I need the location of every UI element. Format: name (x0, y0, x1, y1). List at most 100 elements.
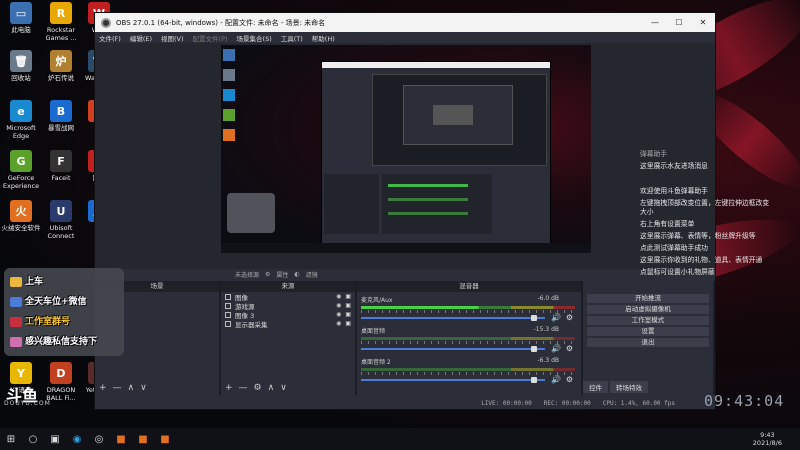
edge-icon[interactable]: ◉ (66, 428, 88, 450)
chat-message: 右上角有设置菜单 (640, 220, 695, 228)
gear-icon[interactable]: ⚙ (566, 344, 573, 353)
task-view-icon[interactable]: ▣ (44, 428, 66, 450)
menu-tools[interactable]: 工具(T) (281, 33, 303, 43)
speaker-icon[interactable]: 🔊 (551, 313, 561, 322)
obs-logo-icon (101, 17, 111, 28)
menu-view[interactable]: 视图(V) (161, 33, 184, 43)
lock-icon[interactable]: ▣ (345, 311, 351, 318)
desktop-icon[interactable]: R Rockstar Games ... (40, 2, 82, 42)
control-button[interactable]: 工作室模式 (587, 316, 709, 325)
control-button[interactable]: 开始推流 (587, 294, 709, 303)
maximize-icon[interactable]: ☐ (667, 18, 691, 27)
desktop-icon[interactable]: 🗑 回收站 (0, 50, 42, 82)
menu-edit[interactable]: 编辑(E) (130, 33, 152, 43)
controls-dock: 开始推流启动虚拟摄像机 工作室模式设置退出 控件 转场特效 (583, 281, 713, 395)
remove-scene-button[interactable]: — (113, 383, 122, 393)
sources-list: 图像 ◉ ▣ 游戏源 ◉ ▣ 图像 3 ◉ ▣ 显示器采集 ◉ ▣ (221, 292, 355, 329)
overlay-line: 全天车位+微信 (10, 294, 87, 307)
app-icon: G (10, 150, 32, 172)
channel-db: -6.0 dB (537, 295, 559, 302)
rec-status: REC: 00:00:00 (543, 399, 591, 407)
desktop-icon[interactable]: G GeForce Experience (0, 150, 42, 190)
title-bar[interactable]: OBS 27.0.1 (64-bit, windows) - 配置文件: 未命名… (95, 13, 715, 32)
source-settings-icon[interactable]: ⚙ (254, 383, 262, 393)
move-up-button[interactable]: ∧ (128, 383, 135, 393)
speaker-icon[interactable]: 🔊 (551, 375, 561, 384)
windows-icon[interactable]: ⊞ (0, 428, 22, 450)
tab-transitions[interactable]: 转场特效 (610, 381, 648, 393)
no-source-label: 未选择源 (235, 272, 260, 279)
volume-slider[interactable]: 🔊 ⚙ (361, 375, 575, 384)
stream-overlay-card: 上车 全天车位+微信 工作室群号 感兴趣私信支持下 (4, 268, 124, 356)
lock-icon[interactable]: ▣ (345, 302, 351, 309)
overlay-clock: 09:43:04 (704, 392, 785, 410)
danmaku-assistant[interactable]: 弹幕助手 这里展示水友进场消息 欢迎使用斗鱼弹幕助手 左键拖拽顶部改变位置，左键拉伸… (640, 150, 770, 280)
preview-screen (221, 45, 591, 253)
channel-db: -15.3 dB (533, 326, 559, 333)
menu-help[interactable]: 帮助(H) (312, 33, 335, 43)
docks: 场景 + — ∧ ∨ 来源 图像 ◉ ▣ 游戏源 ◉ ▣ 图像 3 ◉ ▣ 显示器采集 ◉ ▣ + —… (95, 281, 715, 395)
desktop-icon[interactable]: U Ubisoft Connect (40, 200, 82, 240)
filters-button[interactable]: 滤镜 (306, 270, 318, 279)
eye-icon[interactable]: ◉ (336, 311, 341, 318)
controls-list: 开始推流启动虚拟摄像机 工作室模式设置退出 (583, 294, 713, 347)
slider-handle[interactable] (531, 377, 537, 383)
desktop-icon[interactable]: e Microsoft Edge (0, 100, 42, 140)
speaker-icon[interactable]: 🔊 (551, 344, 561, 353)
control-button[interactable]: 设置 (587, 327, 709, 336)
app-icon: 炉 (50, 50, 72, 72)
app-icon-3[interactable]: ■ (154, 428, 176, 450)
desktop-icon[interactable]: ▭ 此电脑 (0, 2, 42, 34)
obs-icon[interactable]: ◎ (88, 428, 110, 450)
obs-window[interactable]: OBS 27.0.1 (64-bit, windows) - 配置文件: 未命名… (94, 12, 716, 410)
desktop-icon-label: 此电脑 (11, 26, 31, 34)
move-up-button[interactable]: ∧ (268, 383, 275, 393)
app-icon: 火 (10, 200, 32, 222)
lock-icon[interactable]: ▣ (345, 320, 351, 327)
search-icon[interactable]: ○ (22, 428, 44, 450)
remove-source-button[interactable]: — (239, 383, 248, 393)
desktop-icon[interactable]: 火火绒安全软件 (0, 200, 42, 232)
app-icon: B (50, 100, 72, 122)
source-item[interactable]: 显示器采集 ◉ ▣ (221, 319, 355, 329)
properties-button[interactable]: 属性 (276, 270, 288, 279)
menu-profile[interactable]: 配置文件(P) (193, 33, 228, 43)
mixer-dock: 混音器 麦克风/Aux -6.0 dB 🔊 ⚙ 桌面音频 -15.3 dB 🔊 ⚙ 桌面音频 2… (357, 281, 581, 395)
desktop-icon[interactable]: F Faceit (40, 150, 82, 182)
eye-icon[interactable]: ◉ (336, 320, 341, 327)
preview-canvas[interactable] (95, 43, 715, 269)
volume-slider[interactable]: 🔊 ⚙ (361, 313, 575, 322)
desktop-icon[interactable]: B 暴雪战网 (40, 100, 82, 132)
add-scene-button[interactable]: + (99, 383, 107, 393)
desktop-icon-label: GeForce Experience (2, 174, 40, 190)
volume-slider[interactable]: 🔊 ⚙ (361, 344, 575, 353)
minimize-icon[interactable]: — (643, 18, 667, 27)
desktop-icon[interactable]: D DRAGON BALL Fi... (40, 362, 82, 402)
gear-icon[interactable]: ⚙ (566, 375, 573, 384)
close-icon[interactable]: ✕ (691, 18, 715, 27)
slider-handle[interactable] (531, 346, 537, 352)
slider-handle[interactable] (531, 315, 537, 321)
menu-file[interactable]: 文件(F) (99, 33, 121, 43)
control-button[interactable]: 启动虚拟摄像机 (587, 305, 709, 314)
move-down-button[interactable]: ∨ (280, 383, 287, 393)
app-icon-2[interactable]: ■ (132, 428, 154, 450)
meter-ticks (361, 341, 575, 344)
control-button[interactable]: 退出 (587, 338, 709, 347)
eye-icon[interactable]: ◉ (336, 302, 341, 309)
channel-db: -6.3 dB (537, 357, 559, 364)
menu-scene-collection[interactable]: 场景集合(S) (237, 33, 272, 43)
app-icon[interactable]: ■ (110, 428, 132, 450)
app-icon: D (50, 362, 72, 384)
tab-controls[interactable]: 控件 (583, 381, 608, 393)
mixer-channel: 桌面音频 -15.3 dB 🔊 ⚙ (361, 326, 575, 354)
filter-icon[interactable]: ◐ (294, 271, 299, 278)
add-source-button[interactable]: + (225, 383, 233, 393)
gear-icon[interactable]: ⚙ (566, 313, 573, 322)
system-clock[interactable]: 9:43 2021/8/6 (753, 431, 782, 447)
desktop-icon[interactable]: 炉炉石传说 (40, 50, 82, 82)
gear-icon[interactable]: ⚙ (265, 271, 270, 278)
move-down-button[interactable]: ∨ (140, 383, 147, 393)
eye-icon[interactable]: ◉ (336, 293, 341, 300)
lock-icon[interactable]: ▣ (345, 293, 351, 300)
